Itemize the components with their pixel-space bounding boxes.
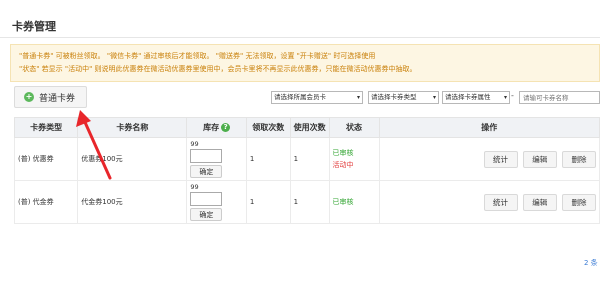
add-normal-coupon-button[interactable]: + 普通卡券	[14, 86, 87, 108]
coupon-name-search-input[interactable]	[519, 91, 600, 104]
plus-circle-icon: +	[24, 92, 34, 102]
header-used-count: 使用次数	[289, 117, 330, 138]
stock-input[interactable]	[190, 149, 223, 163]
header-status: 状态	[328, 117, 380, 138]
cell-actions: 统计 编辑 删除	[378, 180, 600, 224]
stock-confirm-button[interactable]: 确定	[190, 165, 223, 178]
status-active: 活动中	[332, 161, 354, 169]
cell-coupon-name: 优惠券100元	[77, 137, 188, 181]
coupon-table: 卡券类型 卡券名称 库存? 领取次数 使用次数 状态 操作 (普) 优惠券 优惠…	[13, 117, 600, 224]
member-card-select[interactable]: 请选择所属会员卡 ▾	[271, 91, 363, 104]
chevron-down-icon: ▾	[432, 94, 436, 101]
cell-coupon-type: (普) 优惠券	[13, 137, 79, 181]
status-approved: 已审核	[332, 198, 354, 206]
coupon-type-select[interactable]: 请选择卡券类型 ▾	[368, 91, 439, 104]
title-divider	[0, 37, 600, 38]
filter-separator: -	[511, 91, 514, 100]
coupon-type-select-value: 请选择卡券类型	[371, 93, 417, 101]
cell-stock: 99 确定	[186, 180, 247, 224]
stats-button[interactable]: 统计	[483, 150, 518, 168]
chevron-down-icon: ▾	[356, 94, 360, 101]
pagination-count: 2 条	[584, 259, 598, 267]
chevron-down-icon: ▾	[503, 94, 507, 101]
header-coupon-type: 卡券类型	[13, 117, 79, 138]
edit-button[interactable]: 编辑	[522, 150, 557, 168]
cell-status: 已审核	[328, 180, 380, 224]
status-approved: 已审核	[332, 149, 354, 157]
notice-line-2: "状态" 若显示 "活动中" 则说明此优惠券在微活动优惠券里使用中，会员卡里将不…	[19, 65, 417, 73]
question-circle-icon[interactable]: ?	[221, 123, 231, 132]
page-title: 卡券管理	[12, 20, 56, 33]
delete-button[interactable]: 删除	[562, 150, 596, 168]
header-coupon-name: 卡券名称	[77, 117, 188, 138]
edit-button[interactable]: 编辑	[522, 193, 557, 211]
cell-status: 已审核 活动中	[328, 137, 380, 181]
table-header-row: 卡券类型 卡券名称 库存? 领取次数 使用次数 状态 操作	[13, 117, 600, 138]
header-stock: 库存?	[186, 117, 247, 138]
cell-received-count: 1	[245, 137, 291, 181]
stock-confirm-button[interactable]: 确定	[190, 208, 223, 221]
stock-input[interactable]	[190, 192, 223, 206]
member-card-select-value: 请选择所属会员卡	[274, 93, 326, 101]
cell-coupon-name: 代金券100元	[77, 180, 188, 224]
header-actions: 操作	[378, 117, 600, 138]
cell-used-count: 1	[289, 180, 330, 224]
coupon-attribute-select[interactable]: 请选择卡券属性 ▾	[442, 91, 510, 104]
stock-value: 99	[190, 183, 199, 191]
cell-actions: 统计 编辑 删除	[378, 137, 600, 181]
notice-box: "普通卡券" 可被粉丝领取。 "微信卡券" 通过审核后才能领取。 "赠送券" 无…	[10, 44, 600, 82]
notice-line-1: "普通卡券" 可被粉丝领取。 "微信卡券" 通过审核后才能领取。 "赠送券" 无…	[19, 52, 376, 60]
delete-button[interactable]: 删除	[562, 193, 596, 211]
stats-button[interactable]: 统计	[483, 193, 518, 211]
header-received-count: 领取次数	[245, 117, 291, 138]
cell-received-count: 1	[245, 180, 291, 224]
table-row: (普) 代金券 代金券100元 99 确定 1 1 已审核 统计 编辑 删除	[13, 180, 600, 224]
header-stock-label: 库存	[203, 123, 220, 132]
cell-used-count: 1	[289, 137, 330, 181]
add-button-label: 普通卡券	[39, 93, 76, 104]
coupon-attribute-select-value: 请选择卡券属性	[445, 93, 491, 101]
cell-stock: 99 确定	[186, 137, 247, 181]
stock-value: 99	[190, 140, 199, 148]
cell-coupon-type: (普) 代金券	[13, 180, 79, 224]
table-row: (普) 优惠券 优惠券100元 99 确定 1 1 已审核 活动中 统计 编辑 …	[13, 137, 600, 181]
